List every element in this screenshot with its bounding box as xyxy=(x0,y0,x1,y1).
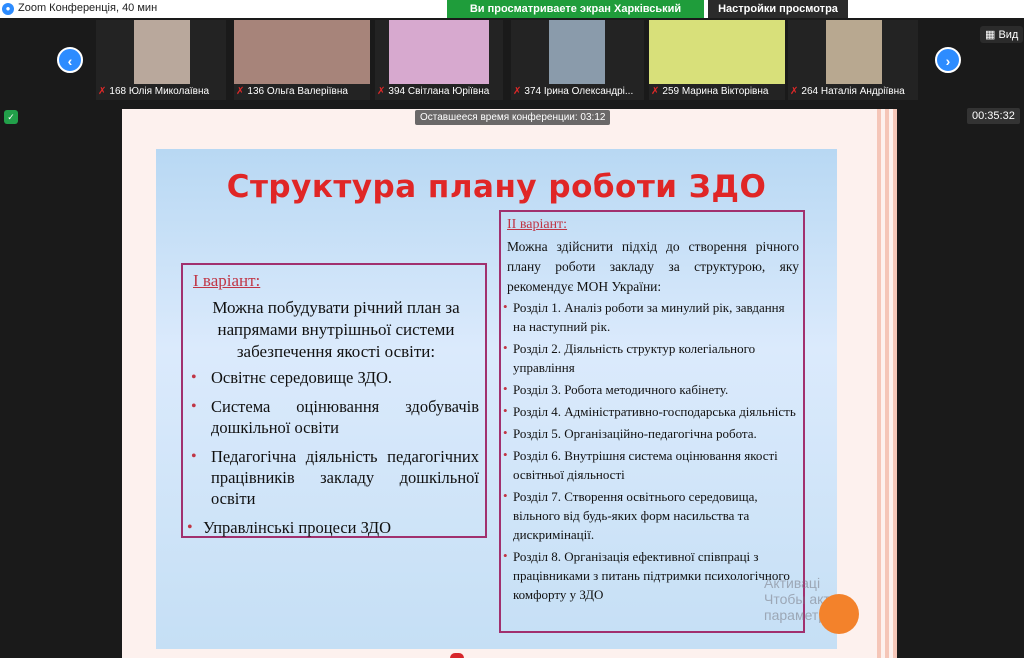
participant-video xyxy=(649,20,785,84)
participant-name: ✗ 374 Ірина Олександрі... xyxy=(511,84,644,100)
bullet-icon: • xyxy=(191,448,197,465)
view-button-label: Вид xyxy=(998,29,1019,41)
participant-name: ✗ 264 Наталія Андріївна xyxy=(788,84,918,100)
shield-icon[interactable]: ✓ xyxy=(4,110,18,124)
list-item: • Управлінські процеси ЗДО xyxy=(187,517,479,538)
muted-mic-icon: ✗ xyxy=(651,86,660,97)
participant-name-text: 136 Ольга Валеріївна xyxy=(247,86,348,97)
variant-2-list: • Розділ 1. Аналіз роботи за минулий рік,… xyxy=(503,298,797,607)
list-item-text: Система оцінювання здобувачів дошкільної… xyxy=(211,397,479,437)
participant-video xyxy=(549,20,605,84)
bullet-icon: • xyxy=(191,369,197,386)
participant-name-text: 264 Наталія Андріївна xyxy=(801,86,905,97)
list-item-text: Розділ 3. Робота методичного кабінету. xyxy=(513,382,729,397)
list-item-text: Розділ 6. Внутрішня система оцінювання я… xyxy=(513,448,778,482)
list-item: • Система оцінювання здобувачів дошкільно… xyxy=(189,396,479,438)
list-item: • Розділ 5. Організаційно-педагогічна роб… xyxy=(503,424,797,443)
list-item-text: Освітнє середовище ЗДО. xyxy=(211,368,393,387)
list-item: • Розділ 7. Створення освітнього середови… xyxy=(503,487,797,544)
participant-tile[interactable]: ✗ 394 Світлана Юріївна xyxy=(375,20,503,100)
participant-name-text: 259 Марина Вікторівна xyxy=(662,86,769,97)
window-title: Zoom Конференція, 40 мин xyxy=(18,2,158,14)
muted-mic-icon: ✗ xyxy=(236,86,245,97)
list-item-text: Розділ 1. Аналіз роботи за минулий рік, … xyxy=(513,300,785,334)
recording-indicator-icon xyxy=(450,653,464,658)
slide-border-stripe xyxy=(877,109,897,658)
remaining-time-notice: Оставшееся время конференции: 03:12 xyxy=(415,110,611,125)
variant-1-intro: Можна побудувати річний план за напрямам… xyxy=(212,298,460,361)
bullet-icon: • xyxy=(503,340,508,355)
muted-mic-icon: ✗ xyxy=(790,86,799,97)
shared-screen-stage: ✓ 00:35:32 Структура плану роботи ЗДО І … xyxy=(0,100,1024,658)
viewing-screen-label: Ви просматриваете экран Харківський ЦПР xyxy=(447,0,704,33)
participant-video xyxy=(826,20,882,84)
participant-tile[interactable]: ✗ 264 Наталія Андріївна xyxy=(788,20,918,100)
view-button[interactable]: ▦ Вид xyxy=(980,26,1024,43)
participant-name: ✗ 394 Світлана Юріївна xyxy=(375,84,503,100)
bullet-icon: • xyxy=(503,425,508,440)
list-item-text: Розділ 4. Адміністративно-господарська д… xyxy=(513,404,796,419)
variant-2-box: ІІ варіант: Можна здійснити підхід до ст… xyxy=(499,210,805,633)
list-item: • Розділ 4. Адміністративно-господарська … xyxy=(503,402,797,421)
participant-video xyxy=(234,20,370,84)
participant-tile[interactable]: ✗ 374 Ірина Олександрі... xyxy=(511,20,644,100)
participant-tile[interactable]: ✗ 168 Юлія Миколаївна xyxy=(96,20,226,100)
list-item: • Розділ 6. Внутрішня система оцінювання … xyxy=(503,446,797,484)
list-item: • Педагогічна діяльність педагогічних пра… xyxy=(189,446,479,509)
list-item: • Розділ 8. Організація ефективної співпр… xyxy=(503,547,797,604)
watermark-line: Активаці xyxy=(764,575,821,591)
list-item-text: Розділ 7. Створення освітнього середовищ… xyxy=(513,489,758,542)
bullet-icon: • xyxy=(191,398,197,415)
variant-1-heading: І варіант: xyxy=(193,271,261,290)
participant-name-text: 394 Світлана Юріївна xyxy=(388,86,490,97)
list-item: • Розділ 2. Діяльність структур колегіаль… xyxy=(503,339,797,377)
list-item-text: Управлінські процеси ЗДО xyxy=(203,518,392,537)
participant-video xyxy=(134,20,190,84)
muted-mic-icon: ✗ xyxy=(98,86,107,97)
gallery-next-button[interactable]: › xyxy=(935,47,961,73)
gallery-prev-button[interactable]: ‹ xyxy=(57,47,83,73)
chevron-left-icon: ‹ xyxy=(67,53,73,69)
list-item-text: Розділ 5. Організаційно-педагогічна робо… xyxy=(513,426,757,441)
variant-1-list: • Освітнє середовище ЗДО. • Система оцінюв… xyxy=(187,367,479,546)
list-item-text: Розділ 2. Діяльність структур колегіальн… xyxy=(513,341,756,375)
bullet-icon: • xyxy=(503,548,508,563)
bullet-icon: • xyxy=(503,403,508,418)
grid-icon: ▦ xyxy=(985,29,999,41)
list-item-text: Педагогічна діяльність педагогічних прац… xyxy=(211,447,479,508)
variant-1-box: І варіант: Можна побудувати річний план … xyxy=(181,263,487,538)
slide-title: Структура плану роботи ЗДО xyxy=(226,169,767,205)
participant-name: ✗ 136 Ольга Валеріївна xyxy=(234,84,370,100)
bullet-icon: • xyxy=(503,299,508,314)
participant-tile[interactable]: ✗ 136 Ольга Валеріївна xyxy=(234,20,370,100)
muted-mic-icon: ✗ xyxy=(513,86,522,97)
slide-frame: Структура плану роботи ЗДО І варіант: Мо… xyxy=(122,109,897,658)
muted-mic-icon: ✗ xyxy=(377,86,386,97)
participant-video xyxy=(389,20,489,84)
list-item-text: Розділ 8. Організація ефективної співпра… xyxy=(513,549,790,602)
participant-tile[interactable]: ✗ 259 Марина Вікторівна xyxy=(649,20,785,100)
bullet-icon: • xyxy=(187,519,193,536)
presentation-slide: Структура плану роботи ЗДО І варіант: Мо… xyxy=(156,149,859,649)
elapsed-timer: 00:35:32 xyxy=(967,108,1020,124)
participant-name-text: 374 Ірина Олександрі... xyxy=(524,86,634,97)
participant-gallery: ‹ ✗ 168 Юлія Миколаївна ✗ 136 Ольга Валері… xyxy=(0,18,1024,100)
screen-share-bar: Ви просматриваете экран Харківський ЦПР … xyxy=(447,0,848,33)
participant-name: ✗ 259 Марина Вікторівна xyxy=(649,84,785,100)
chevron-right-icon: › xyxy=(945,53,951,69)
zoom-logo-icon: ● xyxy=(2,3,14,15)
list-item: • Розділ 3. Робота методичного кабінету. xyxy=(503,380,797,399)
view-options-button[interactable]: Настройки просмотра ⌄ xyxy=(708,0,848,33)
participant-name-text: 168 Юлія Миколаївна xyxy=(109,86,210,97)
variant-2-heading: ІІ варіант: xyxy=(507,217,568,232)
list-item: • Розділ 1. Аналіз роботи за минулий рік,… xyxy=(503,298,797,336)
decorative-orange-circle xyxy=(819,594,859,634)
bullet-icon: • xyxy=(503,381,508,396)
variant-2-intro: Можна здійснити підхід до створення річн… xyxy=(507,239,799,294)
bullet-icon: • xyxy=(503,447,508,462)
participant-name: ✗ 168 Юлія Миколаївна xyxy=(96,84,226,100)
list-item: • Освітнє середовище ЗДО. xyxy=(189,367,479,388)
bullet-icon: • xyxy=(503,488,508,503)
